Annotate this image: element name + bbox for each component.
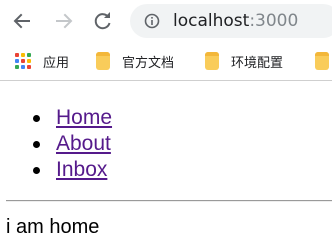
arrow-right-icon[interactable] <box>52 9 76 33</box>
bookmark-label: 环境配置 <box>231 55 284 71</box>
page-content: Home About Inbox i am home <box>0 81 332 250</box>
divider <box>6 200 332 202</box>
arrow-left-icon[interactable] <box>10 9 34 33</box>
bookmark-label: 应用 <box>43 55 70 71</box>
bookmark-label: 官方文档 <box>122 55 175 71</box>
bookmark-folder-docs[interactable]: 官方文档 <box>96 50 174 72</box>
url-text[interactable]: localhost:3000 <box>173 11 298 31</box>
browser-chrome: localhost:3000 应用 官方文档 环境配置 <box>0 0 332 81</box>
nav-link-about[interactable]: About <box>56 131 111 157</box>
apps-grid-icon <box>15 53 31 69</box>
bookmark-apps[interactable]: 应用 <box>15 50 69 72</box>
nav-link-home[interactable]: Home <box>56 105 112 131</box>
nav-link-inbox[interactable]: Inbox <box>56 157 107 183</box>
browser-toolbar: localhost:3000 <box>0 0 332 42</box>
reload-icon[interactable] <box>91 9 115 33</box>
main-text: i am home <box>6 216 100 238</box>
address-bar[interactable]: localhost:3000 <box>130 4 332 38</box>
folder-icon <box>315 52 329 70</box>
url-host: localhost <box>173 11 250 31</box>
folder-icon <box>205 52 219 70</box>
bookmark-folder-env[interactable]: 环境配置 <box>205 50 283 72</box>
info-icon[interactable] <box>144 13 160 29</box>
bookmark-folder-overflow[interactable] <box>315 50 329 72</box>
bookmarks-bar: 应用 官方文档 环境配置 <box>0 42 332 80</box>
folder-icon <box>96 52 110 70</box>
url-port: :3000 <box>249 11 299 31</box>
